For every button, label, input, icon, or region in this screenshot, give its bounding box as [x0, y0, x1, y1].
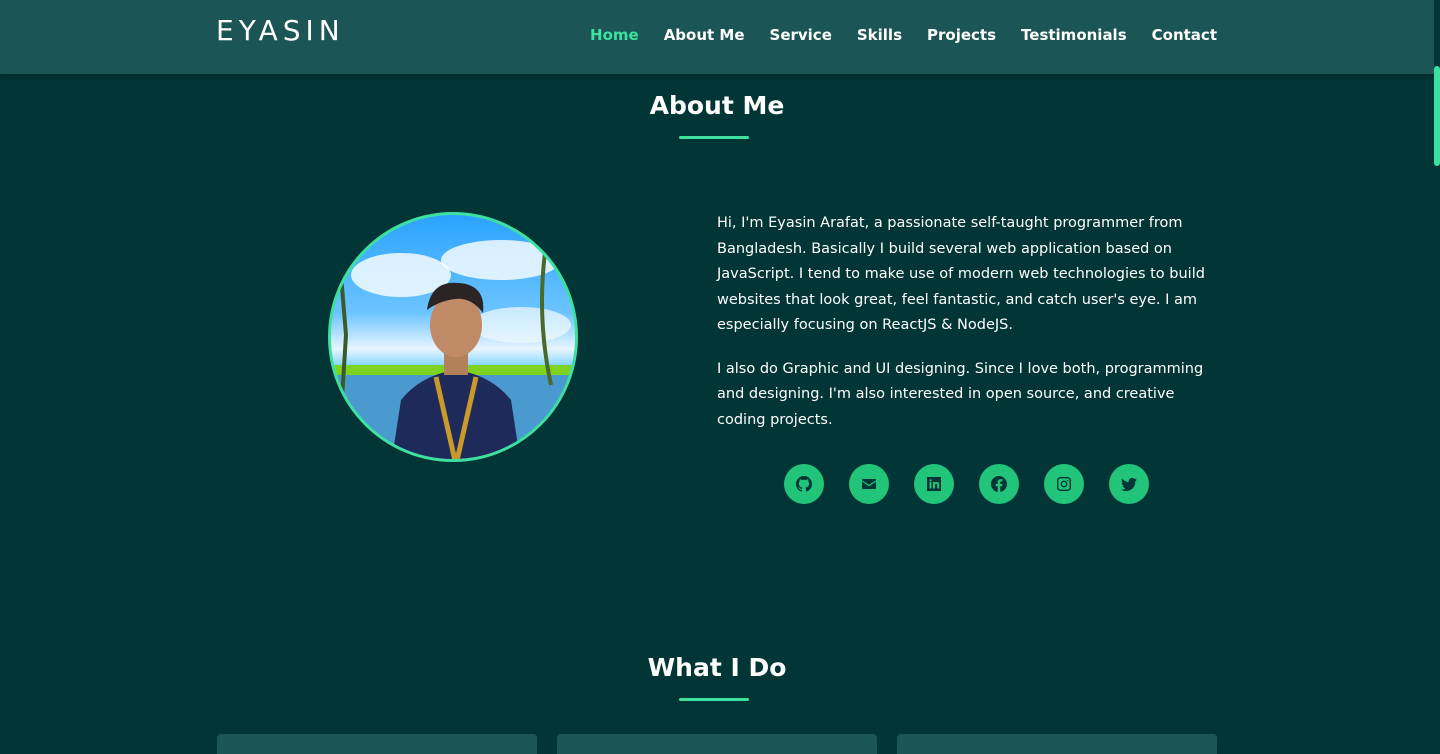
service-card[interactable] [557, 734, 877, 754]
service-card[interactable] [897, 734, 1217, 754]
about-title-underline [679, 136, 749, 139]
facebook-icon [991, 476, 1007, 492]
nav-projects[interactable]: Projects [927, 25, 996, 45]
nav-links: Home About Me Service Skills Projects Te… [565, 25, 1217, 45]
about-paragraph-2: I also do Graphic and UI designing. Sinc… [717, 360, 1204, 428]
nav-contact[interactable]: Contact [1152, 25, 1217, 45]
scrollbar-thumb[interactable] [1434, 66, 1440, 166]
about-title: About Me [649, 91, 785, 120]
scrollbar-track[interactable] [1434, 0, 1440, 754]
email-icon [862, 479, 876, 489]
about-text: Hi, I'm Eyasin Arafat, a passionate self… [717, 211, 1217, 451]
brand-logo[interactable]: EYASIN [216, 14, 345, 47]
about-paragraph-1: Hi, I'm Eyasin Arafat, a passionate self… [717, 215, 1205, 333]
services-title-underline [679, 698, 749, 701]
nav-skills[interactable]: Skills [857, 25, 902, 45]
profile-photo [331, 215, 575, 459]
services-title: What I Do [647, 653, 787, 682]
twitter-link[interactable] [1109, 464, 1149, 504]
github-link[interactable] [784, 464, 824, 504]
profile-avatar [328, 212, 578, 462]
linkedin-link[interactable] [914, 464, 954, 504]
facebook-link[interactable] [979, 464, 1019, 504]
linkedin-icon [927, 477, 941, 491]
nav-home[interactable]: Home [590, 25, 639, 45]
navbar: EYASIN Home About Me Service Skills Proj… [0, 0, 1434, 74]
email-link[interactable] [849, 464, 889, 504]
service-card[interactable] [217, 734, 537, 754]
github-icon [796, 476, 812, 492]
nav-service[interactable]: Service [770, 25, 832, 45]
nav-testimonials[interactable]: Testimonials [1021, 25, 1127, 45]
nav-about-me[interactable]: About Me [664, 25, 745, 45]
social-links [784, 464, 1149, 504]
instagram-link[interactable] [1044, 464, 1084, 504]
twitter-icon [1121, 477, 1137, 492]
instagram-icon [1057, 477, 1071, 491]
